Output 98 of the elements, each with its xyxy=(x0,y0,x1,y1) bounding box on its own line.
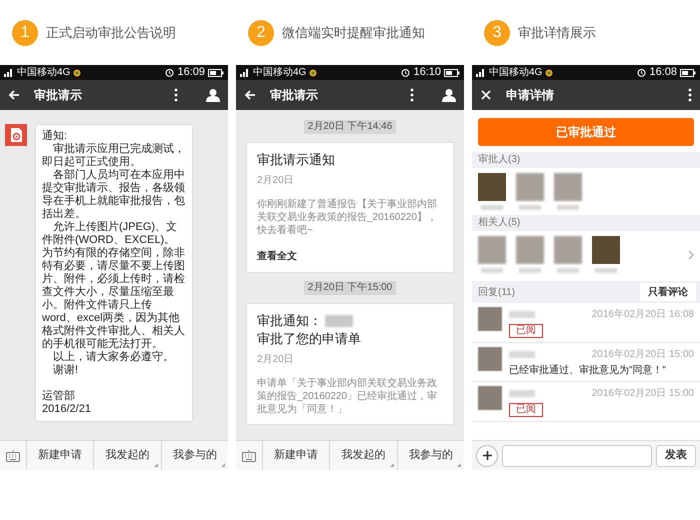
blurred-name xyxy=(325,315,353,327)
message-paragraph: 各部门人员均可在本应用中提交审批请示、报告，各级领导在手机上就能审批报告，包括出差。 xyxy=(42,169,186,220)
more-menu-icon[interactable] xyxy=(410,88,414,102)
more-menu-icon[interactable] xyxy=(688,88,692,102)
read-stamp: 已阅 xyxy=(509,324,543,338)
clock-time: 16:09 xyxy=(177,67,205,78)
card-title: 审批了您的申请单 xyxy=(257,330,361,348)
more-menu-icon[interactable] xyxy=(174,88,178,102)
alarm-icon xyxy=(165,68,174,77)
view-full-link[interactable]: 查看全文 xyxy=(257,249,443,264)
avatar-placeholder xyxy=(478,307,502,331)
clock-time: 16:08 xyxy=(649,67,677,78)
battery-icon xyxy=(444,68,460,76)
back-icon[interactable] xyxy=(244,89,256,101)
avatar-placeholder xyxy=(554,236,582,264)
plus-icon[interactable] xyxy=(482,451,492,460)
replies-count: 回复(11) xyxy=(478,286,516,300)
alarm-icon xyxy=(637,68,646,77)
alarm-icon xyxy=(401,68,410,77)
message-paragraph: 谢谢! xyxy=(52,364,80,377)
timestamp: 2月20日 下午15:00 xyxy=(304,281,396,295)
blurred-name xyxy=(557,268,579,273)
badge-icon xyxy=(73,68,82,76)
blurred-name xyxy=(509,351,535,358)
blurred-name xyxy=(509,311,535,318)
blurred-name xyxy=(481,268,503,273)
step-number: 1 xyxy=(12,20,38,46)
avatar-placeholder xyxy=(478,386,502,410)
status-banner: 已审批通过 xyxy=(478,118,694,146)
blurred-name xyxy=(595,268,617,273)
blurred-name xyxy=(557,205,579,210)
card-title: 审批请示通知 xyxy=(257,151,335,169)
menu-button[interactable]: 我发起的 xyxy=(329,441,397,470)
filter-button[interactable]: 只看评论 xyxy=(640,283,696,301)
avatar-placeholder xyxy=(478,173,506,201)
back-icon[interactable] xyxy=(8,89,20,101)
card-date: 2月20日 xyxy=(257,353,295,367)
carrier-name: 中国移动4G xyxy=(489,68,542,78)
keyboard-icon[interactable] xyxy=(242,450,256,462)
avatar-placeholder xyxy=(478,236,506,264)
carrier-name: 中国移动4G xyxy=(17,68,70,78)
signal-icon xyxy=(240,68,250,76)
step-title: 微信端实时提醒审批通知 xyxy=(282,24,425,42)
battery-icon xyxy=(680,68,696,76)
read-stamp: 已阅 xyxy=(509,403,543,417)
message-paragraph: 以上，请大家务必遵守。 xyxy=(52,351,175,364)
blurred-name xyxy=(519,205,541,210)
battery-icon xyxy=(208,68,224,76)
menu-button[interactable]: 新建申请 xyxy=(262,441,330,470)
screen-title: 审批请示 xyxy=(270,87,318,104)
card-body: 申请单「关于事业部内部关联交易业务政策的报告_20160220」已经审批通过，审批意见为「同意！」 xyxy=(257,377,438,416)
reply-time: 2016年02月20日 15:00 xyxy=(592,387,694,401)
badge-icon xyxy=(545,68,554,76)
section-header: 审批人(3) xyxy=(472,152,700,168)
close-icon[interactable] xyxy=(480,89,492,101)
menu-button[interactable]: 我发起的 xyxy=(93,441,161,470)
menu-button[interactable]: 新建申请 xyxy=(26,441,94,470)
signature-line: 运管部 xyxy=(42,390,76,403)
reply-time: 2016年02月20日 16:08 xyxy=(592,308,694,322)
timestamp: 2月20日 下午14:46 xyxy=(304,120,396,134)
avatar-placeholder xyxy=(592,236,620,264)
step-title: 正式启动审批公告说明 xyxy=(46,24,176,42)
reply-time: 2016年02月20日 15:00 xyxy=(592,348,694,362)
message-paragraph: 审批请示应用已完成测试，即日起可正式使用。 xyxy=(42,143,186,168)
signal-icon xyxy=(476,68,486,76)
section-header: 相关人(5) xyxy=(472,215,700,231)
card-body: 你刚刚新建了普通报告【关于事业部内部关联交易业务政策的报告_20160220】，快去看看吧~ xyxy=(257,198,438,237)
screen-title: 申请详情 xyxy=(506,87,554,104)
menu-button[interactable]: 我参与的 xyxy=(160,441,228,470)
step-number: 3 xyxy=(484,20,510,46)
blurred-name xyxy=(509,390,535,397)
avatar-placeholder xyxy=(478,347,502,371)
card-title: 审批通知： xyxy=(257,312,322,330)
reply-text: 已经审批通过、审批意见为"同意！" xyxy=(509,364,668,377)
avatar-placeholder xyxy=(554,173,582,201)
card-date: 2月20日 xyxy=(257,174,295,188)
menu-button[interactable]: 我参与的 xyxy=(396,441,464,470)
person-icon[interactable] xyxy=(206,88,220,102)
clock-time: 16:10 xyxy=(413,67,441,78)
message-paragraph: 通知: xyxy=(42,130,68,142)
carrier-name: 中国移动4G xyxy=(253,68,306,78)
comment-input-field[interactable] xyxy=(502,444,652,466)
avatar-placeholder xyxy=(516,236,544,264)
step-title: 审批详情展示 xyxy=(518,24,596,42)
signal-icon xyxy=(4,68,14,76)
screen-title: 审批请示 xyxy=(34,87,82,104)
blurred-name xyxy=(481,205,503,210)
keyboard-icon[interactable] xyxy=(6,450,20,462)
person-icon[interactable] xyxy=(442,88,456,102)
blurred-name xyxy=(519,268,541,273)
step-number: 2 xyxy=(248,20,274,46)
message-paragraph: 允许上传图片(JPEG)、文件附件(WORD、EXCEL)。为节约有限的存储空间，除非特有必要，请尽量不要上传图片、附件，必须上传时，请检查文件大小，尽量压缩至最小。附件文件请只上传word、excel两类，因为其他格式附件文件审批人、相关人的手机很可能无法打开。 xyxy=(42,221,186,350)
avatar-placeholder xyxy=(516,173,544,201)
add-button[interactable] xyxy=(476,444,498,466)
badge-icon xyxy=(309,68,318,76)
signature-line: 2016/2/21 xyxy=(42,403,92,416)
app-icon xyxy=(5,124,27,146)
send-button[interactable]: 发表 xyxy=(656,444,696,466)
